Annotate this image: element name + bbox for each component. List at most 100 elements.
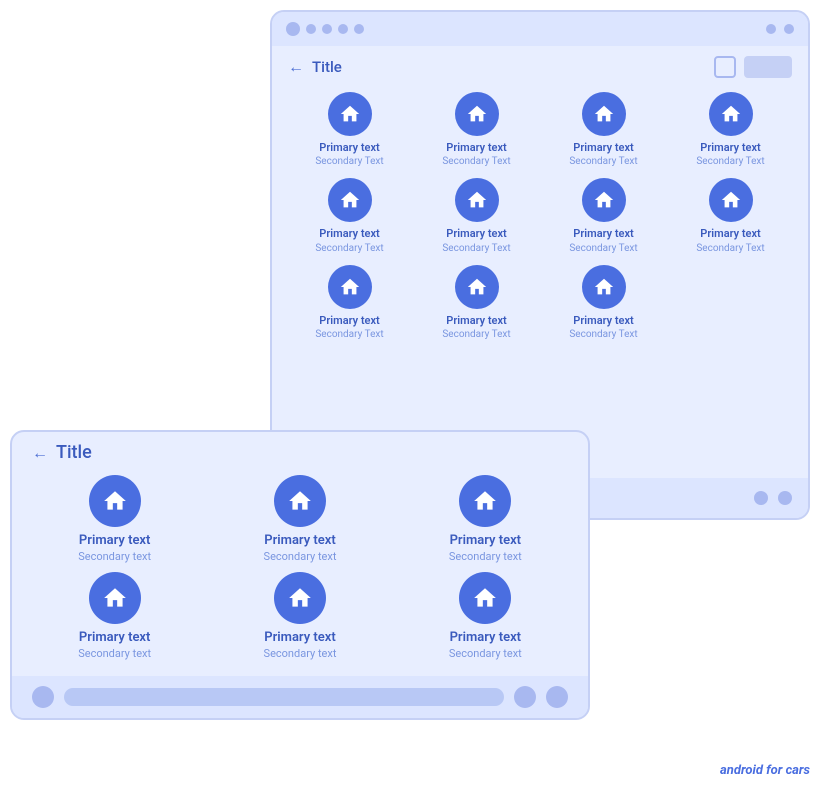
home-icon-8 [709, 178, 753, 222]
secondary-text-3-2: Secondary Text [442, 328, 510, 341]
tablet-secondary-1-2: Secondary text [264, 550, 337, 564]
phone-dot-right-2 [784, 24, 794, 34]
tablet-secondary-1-1: Secondary text [78, 550, 151, 564]
brand-android: android [720, 763, 763, 778]
tablet-content: ← Title Primary text Secondary text Prim… [12, 432, 588, 671]
home-icon-2 [455, 92, 499, 136]
primary-text-3-1: Primary text [319, 314, 379, 328]
phone-dot-1 [286, 22, 300, 36]
tablet-title: Title [56, 442, 92, 463]
secondary-text-1-3: Secondary Text [569, 155, 637, 168]
tablet-primary-2-1: Primary text [79, 630, 150, 647]
phone-content: ← Title Primary text Secondary Text Prim… [272, 46, 808, 351]
grid-item-2-4[interactable]: Primary text Secondary Text [669, 178, 792, 254]
tab-dot-3[interactable] [546, 686, 568, 708]
tablet-home-icon-3 [459, 475, 511, 527]
secondary-text-1-2: Secondary Text [442, 155, 510, 168]
tablet-home-icon-6 [459, 572, 511, 624]
grid-item-1-4[interactable]: Primary text Secondary Text [669, 92, 792, 168]
primary-text-1-2: Primary text [446, 141, 506, 155]
brand-label: android for cars [720, 763, 810, 778]
tablet-secondary-2-2: Secondary text [264, 647, 337, 661]
home-icon-4 [709, 92, 753, 136]
secondary-text-2-4: Secondary Text [696, 242, 764, 255]
tablet-back-arrow[interactable]: ← [32, 443, 48, 463]
tablet-grid-item-2-3[interactable]: Primary text Secondary text [403, 572, 568, 661]
phone-status-bar [272, 12, 808, 46]
primary-text-3-3: Primary text [573, 314, 633, 328]
primary-text-1-4: Primary text [700, 141, 760, 155]
secondary-text-1-1: Secondary Text [315, 155, 383, 168]
tablet-grid-item-2-2[interactable]: Primary text Secondary text [217, 572, 382, 661]
tablet-home-icon-2 [274, 475, 326, 527]
tab-dot-1[interactable] [32, 686, 54, 708]
tablet-home-icon-1 [89, 475, 141, 527]
primary-text-2-4: Primary text [700, 227, 760, 241]
tablet-secondary-2-1: Secondary text [78, 647, 151, 661]
tablet-grid-item-2-1[interactable]: Primary text Secondary text [32, 572, 197, 661]
tablet-secondary-2-3: Secondary text [449, 647, 522, 661]
brand-suffix: for cars [763, 763, 810, 778]
home-icon-3 [582, 92, 626, 136]
tablet-grid-item-1-3[interactable]: Primary text Secondary text [403, 475, 568, 564]
phone-dot-4 [338, 24, 348, 34]
primary-text-1-1: Primary text [319, 141, 379, 155]
secondary-text-2-1: Secondary Text [315, 242, 383, 255]
tablet-title-bar: ← Title [32, 442, 568, 463]
primary-text-1-3: Primary text [573, 141, 633, 155]
tablet-grid: Primary text Secondary text Primary text… [32, 475, 568, 661]
phone-title: Title [312, 58, 342, 76]
phone-action-icon[interactable] [714, 56, 736, 78]
phone-dots-left [286, 22, 364, 36]
secondary-text-3-3: Secondary Text [569, 328, 637, 341]
tablet-primary-1-1: Primary text [79, 533, 150, 550]
grid-item-2-1[interactable]: Primary text Secondary Text [288, 178, 411, 254]
grid-item-1-2[interactable]: Primary text Secondary Text [415, 92, 538, 168]
tab-bar-pill[interactable] [64, 688, 504, 706]
primary-text-3-2: Primary text [446, 314, 506, 328]
home-icon-5 [328, 178, 372, 222]
grid-item-1-1[interactable]: Primary text Secondary Text [288, 92, 411, 168]
home-icon-7 [582, 178, 626, 222]
phone-dot-3 [322, 24, 332, 34]
primary-text-2-1: Primary text [319, 227, 379, 241]
grid-item-1-3[interactable]: Primary text Secondary Text [542, 92, 665, 168]
phone-bottom-dot-2 [778, 491, 792, 505]
phone-action-button[interactable] [744, 56, 792, 78]
phone-bottom-dot-1 [754, 491, 768, 505]
home-icon-11 [582, 265, 626, 309]
secondary-text-2-2: Secondary Text [442, 242, 510, 255]
phone-dot-right-1 [766, 24, 776, 34]
phone-dot-2 [306, 24, 316, 34]
secondary-text-3-1: Secondary Text [315, 328, 383, 341]
tablet-primary-1-2: Primary text [264, 533, 335, 550]
secondary-text-1-4: Secondary Text [696, 155, 764, 168]
grid-item-3-2[interactable]: Primary text Secondary Text [415, 265, 538, 341]
tablet-secondary-1-3: Secondary text [449, 550, 522, 564]
phone-back-arrow[interactable]: ← [288, 57, 304, 77]
grid-item-3-1[interactable]: Primary text Secondary Text [288, 265, 411, 341]
primary-text-2-2: Primary text [446, 227, 506, 241]
grid-item-2-2[interactable]: Primary text Secondary Text [415, 178, 538, 254]
grid-item-2-3[interactable]: Primary text Secondary Text [542, 178, 665, 254]
phone-dot-5 [354, 24, 364, 34]
phone-grid: Primary text Secondary Text Primary text… [288, 92, 792, 341]
home-icon-9 [328, 265, 372, 309]
primary-text-2-3: Primary text [573, 227, 633, 241]
home-icon-6 [455, 178, 499, 222]
home-icon-1 [328, 92, 372, 136]
tablet-primary-1-3: Primary text [450, 533, 521, 550]
tab-dot-2[interactable] [514, 686, 536, 708]
tablet-grid-item-1-2[interactable]: Primary text Secondary text [217, 475, 382, 564]
tablet-primary-2-2: Primary text [264, 630, 335, 647]
phone-title-bar: ← Title [288, 56, 792, 78]
tablet-frame: ← Title Primary text Secondary text Prim… [10, 430, 590, 720]
secondary-text-2-3: Secondary Text [569, 242, 637, 255]
tablet-primary-2-3: Primary text [450, 630, 521, 647]
tablet-home-icon-4 [89, 572, 141, 624]
tablet-grid-item-1-1[interactable]: Primary text Secondary text [32, 475, 197, 564]
tablet-home-icon-5 [274, 572, 326, 624]
grid-item-3-3[interactable]: Primary text Secondary Text [542, 265, 665, 341]
home-icon-10 [455, 265, 499, 309]
tablet-bottom-bar [12, 676, 588, 718]
